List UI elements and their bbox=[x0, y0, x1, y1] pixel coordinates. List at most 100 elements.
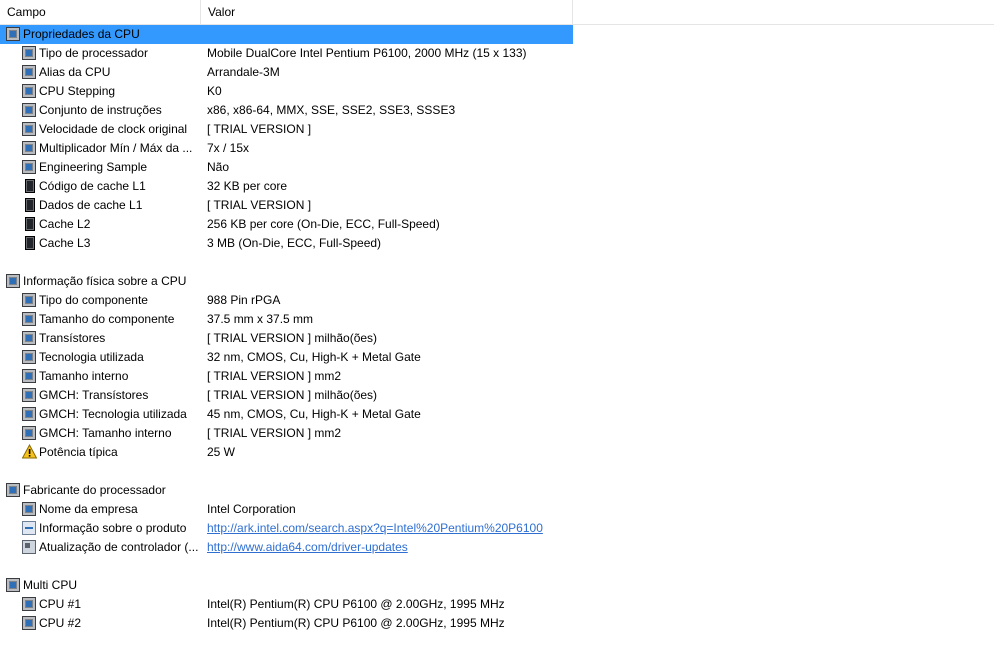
column-header: Campo Valor bbox=[0, 0, 994, 25]
list-item[interactable]: Velocidade de clock original [ TRIAL VER… bbox=[0, 120, 994, 139]
field-label: CPU #1 bbox=[39, 597, 82, 611]
group-row-cpu-properties[interactable]: Propriedades da CPU bbox=[0, 25, 994, 44]
list-item[interactable]: Cache L3 3 MB (On-Die, ECC, Full-Speed) bbox=[0, 234, 994, 253]
field-label: GMCH: Tecnologia utilizada bbox=[39, 407, 187, 421]
field-label: Conjunto de instruções bbox=[39, 103, 162, 117]
field-label: Velocidade de clock original bbox=[39, 122, 188, 136]
memory-chip-icon bbox=[25, 217, 35, 231]
field-label: Potência típica bbox=[39, 445, 118, 459]
memory-chip-icon bbox=[25, 198, 35, 212]
field-label: CPU Stepping bbox=[39, 84, 116, 98]
list-item[interactable]: Tipo do componente 988 Pin rPGA bbox=[0, 291, 994, 310]
list-item[interactable]: Atualização de controlador (... http://w… bbox=[0, 538, 994, 557]
product-info-link[interactable]: http://ark.intel.com/search.aspx?q=Intel… bbox=[207, 521, 543, 535]
field-value: x86, x86-64, MMX, SSE, SSE2, SSE3, SSSE3 bbox=[207, 103, 456, 117]
field-value: 256 KB per core (On-Die, ECC, Full-Speed… bbox=[207, 217, 440, 231]
cpu-chip-icon bbox=[22, 331, 36, 345]
cpu-chip-icon bbox=[22, 46, 36, 60]
list-item[interactable]: Potência típica 25 W bbox=[0, 443, 994, 462]
list-item[interactable]: Dados de cache L1 [ TRIAL VERSION ] bbox=[0, 196, 994, 215]
group-title: Propriedades da CPU bbox=[23, 27, 140, 41]
field-value: 32 nm, CMOS, Cu, High-K + Metal Gate bbox=[207, 350, 421, 364]
field-label: Multiplicador Mín / Máx da ... bbox=[39, 141, 193, 155]
field-value: K0 bbox=[207, 84, 222, 98]
field-value: [ TRIAL VERSION ] bbox=[207, 122, 312, 136]
field-value: Arrandale-3M bbox=[207, 65, 280, 79]
driver-update-icon bbox=[22, 540, 36, 554]
properties-list: Propriedades da CPU Tipo de processador … bbox=[0, 25, 994, 633]
list-item[interactable]: Código de cache L1 32 KB per core bbox=[0, 177, 994, 196]
group-title: Multi CPU bbox=[23, 578, 78, 592]
cpu-chip-icon bbox=[22, 350, 36, 364]
list-item[interactable]: Cache L2 256 KB per core (On-Die, ECC, F… bbox=[0, 215, 994, 234]
cpu-chip-icon bbox=[22, 426, 36, 440]
spacer-row bbox=[0, 557, 994, 576]
list-item[interactable]: GMCH: Tecnologia utilizada 45 nm, CMOS, … bbox=[0, 405, 994, 424]
field-label: GMCH: Tamanho interno bbox=[39, 426, 172, 440]
field-value: [ TRIAL VERSION ] milhão(ões) bbox=[207, 388, 378, 402]
list-item[interactable]: Tipo de processador Mobile DualCore Inte… bbox=[0, 44, 994, 63]
field-label: Alias da CPU bbox=[39, 65, 111, 79]
group-title: Fabricante do processador bbox=[23, 483, 166, 497]
list-item[interactable]: CPU #1 Intel(R) Pentium(R) CPU P6100 @ 2… bbox=[0, 595, 994, 614]
field-label: Transístores bbox=[39, 331, 106, 345]
field-label: Atualização de controlador (... bbox=[39, 540, 199, 554]
field-value: 3 MB (On-Die, ECC, Full-Speed) bbox=[207, 236, 382, 250]
cpu-chip-icon bbox=[22, 312, 36, 326]
field-value: Mobile DualCore Intel Pentium P6100, 200… bbox=[207, 46, 527, 60]
cpu-chip-icon bbox=[22, 616, 36, 630]
cpu-chip-icon bbox=[22, 597, 36, 611]
field-label: Código de cache L1 bbox=[39, 179, 146, 193]
list-item[interactable]: Conjunto de instruções x86, x86-64, MMX,… bbox=[0, 101, 994, 120]
cpu-chip-icon bbox=[6, 27, 20, 41]
web-link-icon bbox=[22, 521, 36, 535]
column-header-valor[interactable]: Valor bbox=[201, 0, 573, 24]
list-item[interactable]: GMCH: Tamanho interno [ TRIAL VERSION ] … bbox=[0, 424, 994, 443]
list-item[interactable]: Transístores [ TRIAL VERSION ] milhão(õe… bbox=[0, 329, 994, 348]
cpu-chip-icon bbox=[22, 84, 36, 98]
list-item[interactable]: Engineering Sample Não bbox=[0, 158, 994, 177]
field-label: Tamanho interno bbox=[39, 369, 129, 383]
field-label: Cache L2 bbox=[39, 217, 91, 231]
list-item[interactable]: Alias da CPU Arrandale-3M bbox=[0, 63, 994, 82]
group-title: Informação física sobre a CPU bbox=[23, 274, 187, 288]
cpu-chip-icon bbox=[6, 483, 20, 497]
cpu-chip-icon bbox=[22, 369, 36, 383]
field-value: [ TRIAL VERSION ] mm2 bbox=[207, 369, 342, 383]
field-label: Nome da empresa bbox=[39, 502, 138, 516]
field-label: CPU #2 bbox=[39, 616, 82, 630]
warning-triangle-icon bbox=[21, 443, 38, 459]
list-item[interactable]: CPU Stepping K0 bbox=[0, 82, 994, 101]
list-item[interactable]: Tamanho interno [ TRIAL VERSION ] mm2 bbox=[0, 367, 994, 386]
cpu-chip-icon bbox=[22, 122, 36, 136]
cpu-chip-icon bbox=[22, 502, 36, 516]
list-item[interactable]: Multiplicador Mín / Máx da ... 7x / 15x bbox=[0, 139, 994, 158]
list-item[interactable]: GMCH: Transístores [ TRIAL VERSION ] mil… bbox=[0, 386, 994, 405]
field-value: 32 KB per core bbox=[207, 179, 288, 193]
group-row-manufacturer[interactable]: Fabricante do processador bbox=[0, 481, 994, 500]
column-header-filler bbox=[573, 0, 994, 24]
field-label: Engineering Sample bbox=[39, 160, 148, 174]
field-label: Tecnologia utilizada bbox=[39, 350, 144, 364]
cpu-chip-icon bbox=[22, 65, 36, 79]
cpu-chip-icon bbox=[22, 160, 36, 174]
field-label: Cache L3 bbox=[39, 236, 91, 250]
group-row-multi-cpu[interactable]: Multi CPU bbox=[0, 576, 994, 595]
field-value: 45 nm, CMOS, Cu, High-K + Metal Gate bbox=[207, 407, 421, 421]
cpu-chip-icon bbox=[22, 103, 36, 117]
field-value: 988 Pin rPGA bbox=[207, 293, 281, 307]
field-value: http://www.aida64.com/driver-updates bbox=[207, 538, 408, 557]
column-header-campo[interactable]: Campo bbox=[0, 0, 201, 24]
list-item[interactable]: Tamanho do componente 37.5 mm x 37.5 mm bbox=[0, 310, 994, 329]
list-item[interactable]: Nome da empresa Intel Corporation bbox=[0, 500, 994, 519]
field-label: Tamanho do componente bbox=[39, 312, 175, 326]
driver-update-link[interactable]: http://www.aida64.com/driver-updates bbox=[207, 540, 408, 554]
cpu-chip-icon bbox=[22, 388, 36, 402]
field-label: Tipo do componente bbox=[39, 293, 148, 307]
list-item[interactable]: Informação sobre o produto http://ark.in… bbox=[0, 519, 994, 538]
field-value: 25 W bbox=[207, 445, 236, 459]
group-row-physical-info[interactable]: Informação física sobre a CPU bbox=[0, 272, 994, 291]
spacer-row bbox=[0, 253, 994, 272]
list-item[interactable]: Tecnologia utilizada 32 nm, CMOS, Cu, Hi… bbox=[0, 348, 994, 367]
list-item[interactable]: CPU #2 Intel(R) Pentium(R) CPU P6100 @ 2… bbox=[0, 614, 994, 633]
